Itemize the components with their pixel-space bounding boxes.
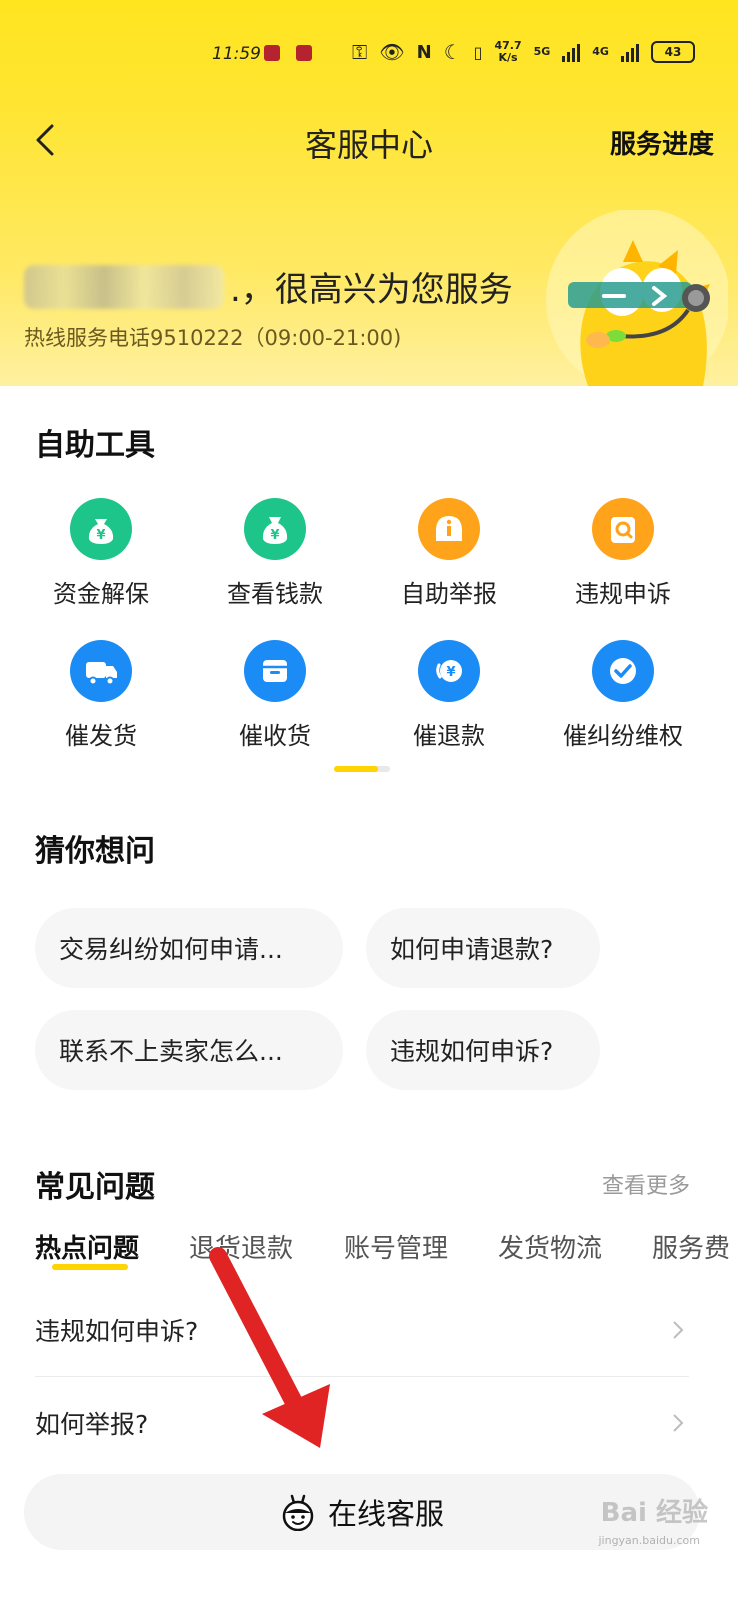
watermark-url: jingyan.baidu.com xyxy=(598,1534,700,1547)
tab-hot-questions[interactable]: 热点问题 xyxy=(35,1228,139,1265)
appeal-search-icon xyxy=(592,498,654,560)
page-indicator xyxy=(334,766,390,772)
bee-mascot-icon xyxy=(282,1494,314,1531)
page-indicator-active xyxy=(334,766,378,772)
money-bag-yen-icon: ¥ xyxy=(244,498,306,560)
battery-icon: 43 xyxy=(650,41,695,63)
watermark-logo: Bai 经验 xyxy=(600,1498,708,1528)
chevron-right-icon xyxy=(673,1414,684,1432)
tool-dispute-protection[interactable]: 催纠纷维权 xyxy=(534,640,712,751)
svg-text:¥: ¥ xyxy=(96,528,105,543)
greeting: .，很高兴为您服务 xyxy=(24,262,513,311)
truck-icon xyxy=(70,640,132,702)
notification-app-icon xyxy=(264,45,280,61)
svg-text:¥: ¥ xyxy=(446,665,455,680)
status-bar: 11:59 ⚿ 👁 N ☾ ▯ 47.7 K/s 5G 4G 43 xyxy=(0,36,738,76)
eye-icon: 👁 xyxy=(379,40,405,64)
tool-urge-receipt[interactable]: 催收货 xyxy=(186,640,364,751)
info-icon xyxy=(418,498,480,560)
suggested-question[interactable]: 如何申请退款? xyxy=(366,908,600,988)
tool-label: 查看钱款 xyxy=(227,580,323,608)
blurred-username xyxy=(24,264,224,309)
signal-5g-label: 5G xyxy=(533,45,551,58)
status-icons: ⚿ 👁 N ☾ ▯ 47.7 K/s 5G 4G 43 xyxy=(352,40,695,64)
tab-account-management[interactable]: 账号管理 xyxy=(344,1228,448,1265)
nfc-icon: N xyxy=(416,41,432,63)
tool-violation-appeal[interactable]: 违规申诉 xyxy=(534,498,712,609)
tool-label: 自助举报 xyxy=(401,580,497,608)
package-icon xyxy=(244,640,306,702)
tool-label: 催收货 xyxy=(239,722,311,750)
header-background: 11:59 ⚿ 👁 N ☾ ▯ 47.7 K/s 5G 4G 43 客服中心 服务… xyxy=(0,0,738,386)
suggested-question[interactable]: 交易纠纷如何申请... xyxy=(35,908,343,988)
tool-label: 催纠纷维权 xyxy=(563,722,683,750)
tab-returns-refunds[interactable]: 退货退款 xyxy=(189,1228,293,1265)
tool-urge-shipping[interactable]: 催发货 xyxy=(12,640,190,751)
faq-title: 常见问题 xyxy=(35,1170,155,1205)
nav-bar: 客服中心 服务进度 xyxy=(0,110,738,170)
signal-4g-label: 4G xyxy=(592,45,609,58)
suggested-question[interactable]: 违规如何申诉? xyxy=(366,1010,600,1090)
notification-app-icon xyxy=(296,45,312,61)
tab-service-fee[interactable]: 服务费 xyxy=(652,1228,730,1265)
service-progress-link[interactable]: 服务进度 xyxy=(610,124,714,161)
status-time: 11:59 xyxy=(212,44,261,64)
faq-item[interactable]: 违规如何申诉? xyxy=(35,1284,689,1376)
net-speed: 47.7 K/s xyxy=(494,39,522,64)
chevron-right-icon xyxy=(673,1321,684,1339)
faq-tabs: 热点问题 退货退款 账号管理 发货物流 服务费 xyxy=(35,1228,738,1278)
view-more-link[interactable]: 查看更多 xyxy=(602,1168,690,1200)
mascot-illustration xyxy=(546,210,728,386)
signal-bars-icon xyxy=(562,42,581,62)
check-shield-icon xyxy=(592,640,654,702)
signal-bars-icon xyxy=(620,42,639,62)
tool-label: 资金解保 xyxy=(53,580,149,608)
tool-label: 违规申诉 xyxy=(575,580,671,608)
active-tab-underline xyxy=(52,1264,128,1270)
self-service-title: 自助工具 xyxy=(35,428,155,463)
svg-text:¥: ¥ xyxy=(270,528,279,543)
tool-self-report[interactable]: 自助举报 xyxy=(360,498,538,609)
online-service-label: 在线客服 xyxy=(327,1497,444,1531)
faq-item-label: 如何举报? xyxy=(35,1410,149,1439)
moon-icon: ☾ xyxy=(443,40,462,64)
faq-item-label: 违规如何申诉? xyxy=(35,1317,199,1346)
guess-title: 猜你想问 xyxy=(35,834,155,869)
suggested-question[interactable]: 联系不上卖家怎么... xyxy=(35,1010,343,1090)
tool-view-funds[interactable]: ¥ 查看钱款 xyxy=(186,498,364,609)
tool-label: 催退款 xyxy=(413,722,485,750)
greeting-text: .，很高兴为您服务 xyxy=(230,270,513,310)
tool-urge-refund[interactable]: ¥ 催退款 xyxy=(360,640,538,751)
tab-shipping-logistics[interactable]: 发货物流 xyxy=(498,1228,602,1265)
key-icon: ⚿ xyxy=(352,40,368,64)
hotline-text: 热线服务电话9510222（09:00-21:00) xyxy=(24,326,402,350)
money-bag-yen-icon: ¥ xyxy=(70,498,132,560)
vibrate-icon: ▯ xyxy=(473,42,483,62)
refund-yen-icon: ¥ xyxy=(418,640,480,702)
tool-fund-release[interactable]: ¥ 资金解保 xyxy=(12,498,190,609)
faq-item[interactable]: 如何举报? xyxy=(35,1377,689,1469)
tool-label: 催发货 xyxy=(65,722,137,750)
